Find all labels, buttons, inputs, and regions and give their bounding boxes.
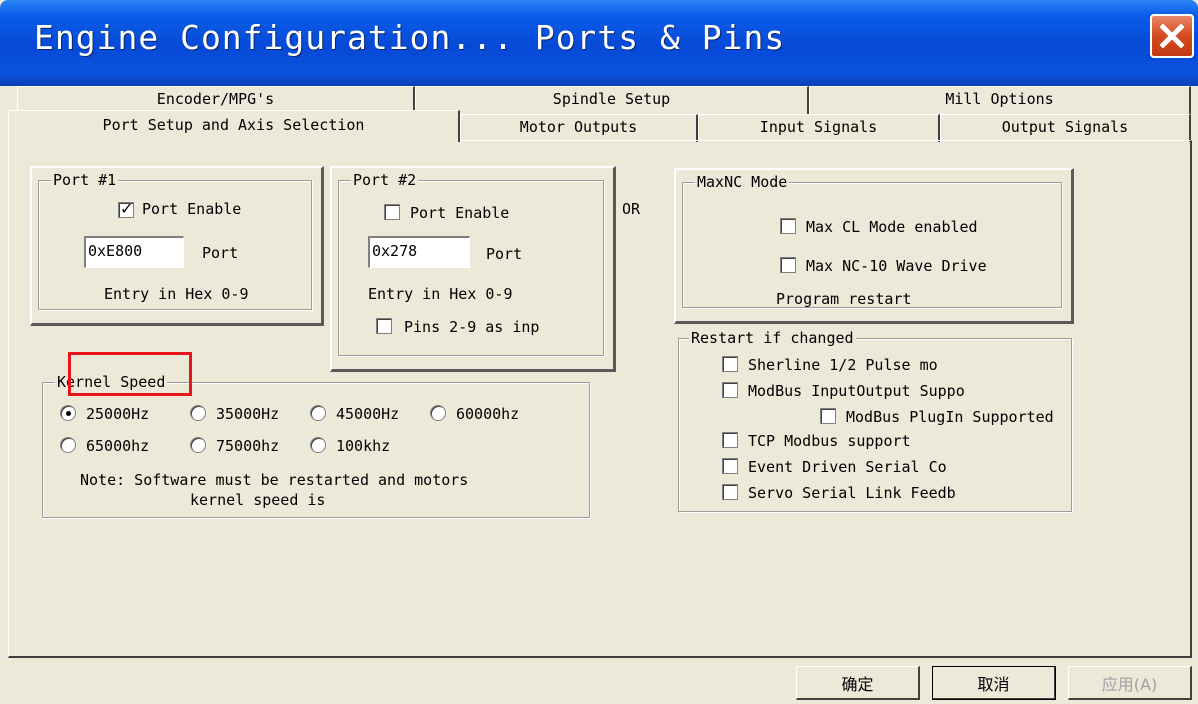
radio-100khz-label: 100khz	[336, 437, 391, 455]
cancel-button[interactable]: 取消	[932, 666, 1056, 700]
port2-hint: Entry in Hex 0-9	[368, 285, 513, 303]
modbus-io-checkbox[interactable]	[722, 382, 738, 398]
tab-label: Output Signals	[1001, 118, 1129, 136]
or-label: OR	[622, 200, 641, 218]
tab-spindle-setup[interactable]: Spindle Setup	[415, 86, 809, 114]
radio-25000hz[interactable]	[60, 405, 76, 421]
radio-65000hz[interactable]	[60, 437, 76, 453]
port1-hint: Entry in Hex 0-9	[104, 285, 249, 303]
close-icon	[1159, 23, 1185, 49]
pins-as-input-checkbox[interactable]	[376, 318, 392, 334]
tab-label: Motor Outputs	[519, 118, 638, 136]
event-serial-label: Event Driven Serial Co	[748, 458, 947, 476]
tab-label: Input Signals	[759, 118, 878, 136]
tab-label: Encoder/MPG's	[156, 90, 275, 108]
radio-65000hz-label: 65000hz	[86, 437, 150, 455]
tab-mill-options[interactable]: Mill Options	[809, 86, 1191, 114]
radio-45000hz-label: 45000Hz	[336, 405, 400, 423]
port1-enable-checkbox[interactable]: ✓	[118, 199, 134, 218]
maxnc-panel: MaxNC Mode Max CL Mode enabled Max NC-10…	[674, 168, 1074, 324]
port2-enable-label: Port Enable	[410, 204, 510, 222]
tcp-modbus-checkbox[interactable]	[722, 432, 738, 448]
radio-45000hz[interactable]	[310, 405, 326, 421]
max-cl-mode-label: Max CL Mode enabled	[806, 218, 978, 236]
max-cl-mode-checkbox[interactable]	[780, 218, 796, 234]
port2-address-input[interactable]: 0x278	[368, 236, 470, 268]
modbus-plugin-label: ModBus PlugIn Supported	[846, 408, 1054, 426]
title-bar: Engine Configuration... Ports & Pins	[0, 0, 1198, 86]
max-wave-drive-label: Max NC-10 Wave Drive	[806, 257, 987, 275]
max-wave-drive-checkbox[interactable]	[780, 257, 796, 273]
close-button[interactable]	[1150, 14, 1194, 58]
modbus-plugin-checkbox[interactable]	[820, 408, 836, 424]
kernel-note-line2: kernel speed is	[190, 491, 326, 509]
servo-serial-checkbox[interactable]	[722, 484, 738, 500]
radio-75000hz[interactable]	[190, 437, 206, 453]
apply-button[interactable]: 应用(A)	[1068, 666, 1192, 700]
port2-port-label: Port	[486, 245, 523, 263]
port1-port-label: Port	[202, 244, 239, 262]
tcp-modbus-label: TCP Modbus support	[748, 432, 911, 450]
tab-label: Port Setup and Axis Selection	[102, 116, 365, 134]
radio-60000hz[interactable]	[430, 405, 446, 421]
modbus-io-label: ModBus InputOutput Suppo	[748, 382, 965, 400]
port1-address-input[interactable]: 0xE800	[84, 236, 184, 268]
radio-75000hz-label: 75000hz	[216, 437, 280, 455]
event-serial-checkbox[interactable]	[722, 458, 738, 474]
kernel-note-line1: Note: Software must be restarted and mot…	[80, 471, 469, 489]
tab-input-signals[interactable]: Input Signals	[698, 114, 940, 142]
tab-label: Spindle Setup	[552, 90, 671, 108]
program-restart-label: Program restart	[776, 290, 912, 308]
checkmark-icon: ✓	[120, 199, 134, 218]
port2-enable-checkbox[interactable]	[384, 204, 400, 220]
maxnc-legend: MaxNC Mode	[695, 173, 790, 191]
radio-dot	[66, 411, 71, 416]
sherline-label: Sherline 1/2 Pulse mo	[748, 356, 938, 374]
port1-enable-label: Port Enable	[142, 200, 242, 218]
radio-100khz[interactable]	[310, 437, 326, 453]
port1-panel: Port #1 ✓ Port Enable 0xE800 Port Entry …	[30, 166, 324, 326]
pins-as-input-label: Pins 2-9 as inp	[404, 318, 540, 336]
tab-port-setup[interactable]: Port Setup and Axis Selection	[8, 110, 460, 142]
port2-panel: Port #2 Port Enable 0x278 Port Entry in …	[330, 166, 616, 372]
restart-legend: Restart if changed	[689, 329, 856, 347]
radio-25000hz-label: 25000Hz	[86, 405, 150, 423]
window-title: Engine Configuration... Ports & Pins	[34, 18, 786, 57]
servo-serial-label: Servo Serial Link Feedb	[748, 484, 956, 502]
tab-output-signals[interactable]: Output Signals	[940, 114, 1191, 142]
port1-legend: Port #1	[51, 171, 119, 189]
port2-legend: Port #2	[351, 171, 419, 189]
tab-label: Mill Options	[945, 90, 1054, 108]
tab-motor-outputs[interactable]: Motor Outputs	[460, 114, 698, 142]
radio-35000hz[interactable]	[190, 405, 206, 421]
sherline-checkbox[interactable]	[722, 356, 738, 372]
highlight-box	[68, 352, 192, 396]
radio-60000hz-label: 60000hz	[456, 405, 520, 423]
radio-35000hz-label: 35000Hz	[216, 405, 280, 423]
ok-button[interactable]: 确定	[796, 666, 920, 700]
